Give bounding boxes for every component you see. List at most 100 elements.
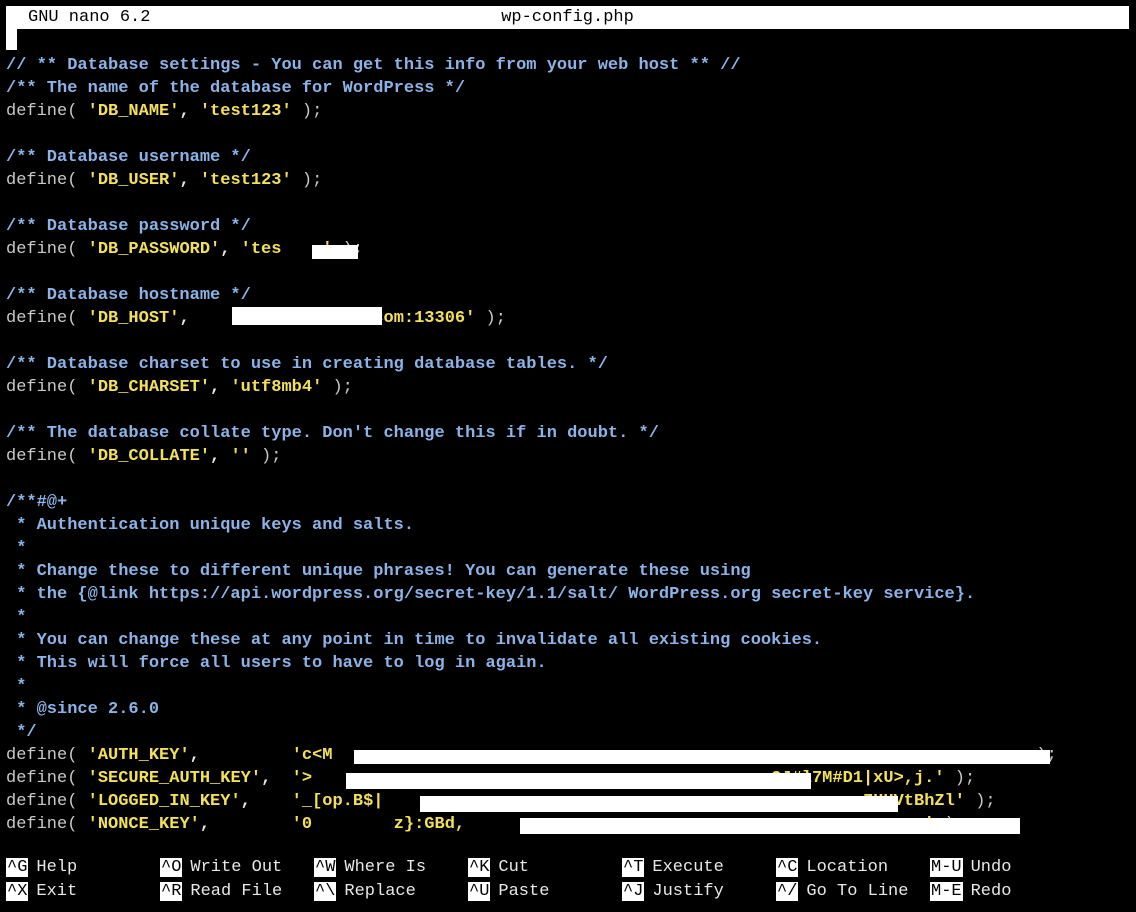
code-line: define( 'DB_USER', 'test123' ); — [6, 169, 322, 192]
code-line: * — [6, 537, 26, 560]
shortcut-item[interactable]: ^C Location — [776, 856, 888, 879]
code-line: define( 'DB_PASSWORD', 'tes ' ); — [6, 238, 363, 261]
shortcut-item[interactable]: ^K Cut — [468, 856, 529, 879]
code-text: define( — [6, 378, 88, 397]
comment-text: * @since 2.6.0 — [6, 700, 160, 719]
shortcut-key: M-U — [930, 858, 963, 877]
code-line: /** Database password */ — [6, 215, 251, 238]
code-line: * — [6, 606, 26, 629]
text-cursor — [6, 29, 17, 50]
code-line: * You can change these at any point in t… — [6, 629, 822, 652]
code-text: ); — [291, 171, 323, 190]
shortcut-item[interactable]: ^U Paste — [468, 880, 549, 903]
code-line: * — [6, 675, 26, 698]
shortcut-label: Execute — [652, 858, 724, 877]
shortcut-item[interactable]: ^J Justify — [622, 880, 724, 903]
redaction-mask — [232, 307, 382, 325]
redaction-mask — [346, 773, 811, 789]
shortcut-bar: ^G Help ^O Write Out ^W Where Is ^K Cut ^T Execut… — [6, 856, 1129, 904]
string-literal: 'NONCE_KEY' — [87, 815, 200, 834]
redaction-mask — [520, 818, 1020, 834]
shortcut-label: Help — [36, 858, 78, 877]
code-text: , — [240, 792, 292, 811]
code-text: define( — [6, 102, 88, 121]
code-text: , — [210, 378, 231, 397]
code-line: */ — [6, 721, 36, 744]
code-text: ); — [944, 769, 976, 788]
code-line: /**#@+ — [6, 491, 67, 514]
code-line: * Change these to different unique phras… — [6, 560, 751, 583]
shortcut-key: ^O — [160, 858, 183, 877]
code-line: define( 'DB_CHARSET', 'utf8mb4' ); — [6, 376, 353, 399]
shortcut-item[interactable]: ^\ Replace — [314, 880, 416, 903]
comment-text: * the {@link https://api.wordpress.org/s… — [6, 585, 976, 604]
code-text: define( — [6, 815, 88, 834]
shortcut-label: Justify — [652, 882, 724, 901]
code-text: define( — [6, 171, 88, 190]
comment-text: * Change these to different unique phras… — [6, 562, 751, 581]
file-name: wp-config.php — [501, 8, 634, 27]
editor-text-area[interactable]: // ** Database settings - You can get th… — [6, 54, 1129, 836]
code-line: * the {@link https://api.wordpress.org/s… — [6, 583, 975, 606]
code-text: define( — [6, 746, 88, 765]
comment-text: * — [6, 608, 27, 627]
shortcut-key: ^C — [776, 858, 799, 877]
shortcut-item[interactable]: M-E Redo — [930, 880, 1011, 903]
comment-text: /**#@+ — [6, 493, 68, 512]
comment-text: /** The database collate type. Don't cha… — [6, 424, 659, 443]
code-text: define( — [6, 769, 88, 788]
redaction-mask — [420, 796, 898, 812]
shortcut-label: Paste — [498, 882, 550, 901]
comment-text: /** The name of the database for WordPre… — [6, 79, 466, 98]
code-line: * @since 2.6.0 — [6, 698, 159, 721]
shortcut-label: Go To Line — [806, 882, 909, 901]
comment-text: * You can change these at any point in t… — [6, 631, 823, 650]
shortcut-item[interactable]: ^X Exit — [6, 880, 77, 903]
comment-text: /** Database username */ — [6, 148, 251, 167]
shortcut-label: Write Out — [190, 858, 283, 877]
shortcut-item[interactable]: ^R Read File — [160, 880, 282, 903]
shortcut-label: Read File — [190, 882, 283, 901]
code-line: * This will force all users to have to l… — [6, 652, 547, 675]
shortcut-label: Exit — [36, 882, 78, 901]
shortcut-item[interactable]: ^W Where Is — [314, 856, 426, 879]
shortcut-label: Cut — [498, 858, 530, 877]
shortcut-key: ^\ — [314, 882, 337, 901]
code-text: define( — [6, 447, 88, 466]
terminal-window: GNU nano 6.2 wp-config.php // ** Databas… — [0, 0, 1136, 912]
code-line: /** The database collate type. Don't cha… — [6, 422, 659, 445]
code-text: define( — [6, 240, 88, 259]
string-literal: 'DB_USER' — [87, 171, 180, 190]
code-text: define( — [6, 309, 88, 328]
comment-text: * Authentication unique keys and salts. — [6, 516, 415, 535]
comment-text: * — [6, 677, 27, 696]
comment-text: * This will force all users to have to l… — [6, 654, 547, 673]
shortcut-item[interactable]: ^/ Go To Line — [776, 880, 908, 903]
shortcut-item[interactable]: ^G Help — [6, 856, 77, 879]
shortcut-key: ^/ — [776, 882, 799, 901]
code-text: ); — [291, 102, 323, 121]
shortcut-item[interactable]: M-U Undo — [930, 856, 1011, 879]
string-literal: 'DB_CHARSET' — [87, 378, 211, 397]
shortcut-key: M-E — [930, 882, 963, 901]
redaction-mask — [312, 245, 358, 259]
shortcut-item[interactable]: ^T Execute — [622, 856, 724, 879]
shortcut-item[interactable]: ^O Write Out — [160, 856, 282, 879]
string-literal: '0 z}:GBd, — [291, 815, 466, 834]
shortcut-key: ^T — [622, 858, 645, 877]
code-line: /** Database charset to use in creating … — [6, 353, 608, 376]
redaction-mask — [354, 750, 1050, 764]
string-literal: 'DB_NAME' — [87, 102, 180, 121]
code-text: , — [179, 171, 200, 190]
string-literal: 'test123' — [199, 171, 292, 190]
shortcut-key: ^W — [314, 858, 337, 877]
code-text: , — [261, 769, 292, 788]
string-literal: '' — [230, 447, 251, 466]
shortcut-key: ^R — [160, 882, 183, 901]
shortcut-key: ^J — [622, 882, 645, 901]
string-literal: 'AUTH_KEY' — [87, 746, 190, 765]
comment-text: /** Database hostname */ — [6, 286, 251, 305]
code-text: ); — [965, 792, 996, 811]
code-line: /** Database hostname */ — [6, 284, 251, 307]
string-literal: 'LOGGED_IN_KEY' — [87, 792, 241, 811]
